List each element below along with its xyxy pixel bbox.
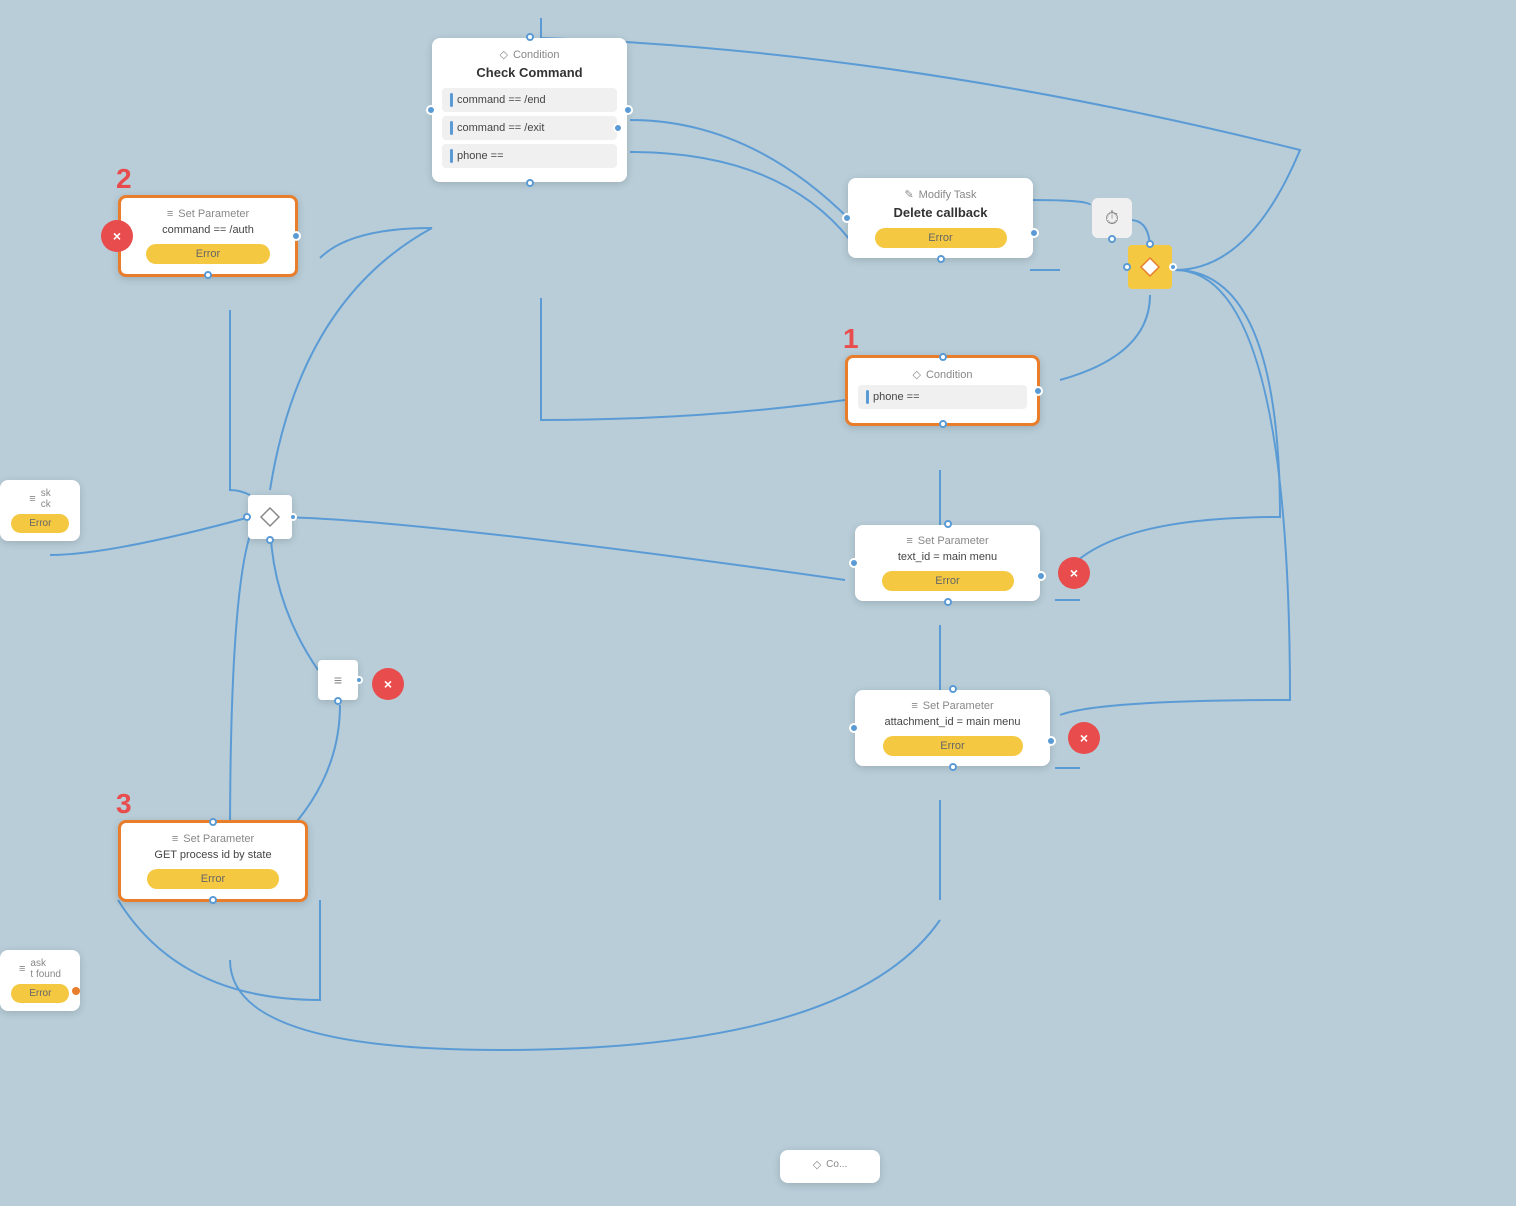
attach-param: attachment_id = main menu <box>865 716 1040 728</box>
attach-left-conn <box>849 723 859 733</box>
check-command-title: Check Command <box>442 65 617 80</box>
small-set-icon: ≡ <box>334 672 342 688</box>
clock-icon: ⏱ <box>1105 208 1119 229</box>
od-right-dot <box>1169 263 1177 271</box>
attach-header: ≡ Set Parameter <box>865 700 1040 712</box>
condition-icon-check: ◇ <box>500 48 508 61</box>
partial-bottom-icon: ≡ <box>19 963 25 975</box>
main-bottom-conn <box>944 598 952 606</box>
partial-bottom-right: ◇ Co... <box>780 1150 880 1183</box>
od-left-dot <box>1123 263 1131 271</box>
check-command-left-connector <box>426 105 436 115</box>
partial-node-bottom-left: ≡ askt found Error <box>0 950 80 1011</box>
main-error-badge: Error <box>882 571 1014 591</box>
attach-icon: ≡ <box>911 700 917 712</box>
condition-icon-phone: ◇ <box>913 368 921 381</box>
main-header: ≡ Set Parameter <box>865 535 1030 547</box>
diamond-mid-icon <box>259 506 281 528</box>
phone-top-connector <box>939 353 947 361</box>
node-3-label: 3 <box>116 788 132 820</box>
main-icon: ≡ <box>906 535 912 547</box>
auth-icon: ≡ <box>167 208 173 220</box>
cond1-right-dot <box>623 105 633 115</box>
partial-error-badge: Error <box>11 514 69 533</box>
delete-title: Delete callback <box>858 205 1023 220</box>
delete-right-connector <box>1029 228 1039 238</box>
clock-bottom <box>1108 235 1116 243</box>
ss-right-dot <box>355 676 363 684</box>
main-left-conn <box>849 558 859 568</box>
diamond-mid-node <box>248 495 292 539</box>
orange-diamond-node <box>1128 245 1172 289</box>
orange-diamond-icon <box>1139 256 1161 278</box>
ss-bottom-dot <box>334 697 342 705</box>
phone-right-connector <box>1033 386 1043 396</box>
main-top-conn <box>944 520 952 528</box>
node-1-label: 1 <box>843 323 859 355</box>
get-bottom-conn <box>209 896 217 904</box>
delete-header: ✎ Modify Task <box>858 188 1023 201</box>
node-2-label: 2 <box>116 163 132 195</box>
set-param-get-node: 3 ≡ Set Parameter GET process id by stat… <box>118 820 308 902</box>
delete-callback-node: ✎ Modify Task Delete callback Error <box>848 178 1033 258</box>
attach-close-button[interactable]: × <box>1068 722 1100 754</box>
auth-bottom-connector <box>204 271 212 279</box>
check-command-cond1: command == /end <box>442 88 617 112</box>
modify-icon: ✎ <box>904 188 913 201</box>
auth-header: ≡ Set Parameter <box>131 208 285 220</box>
partial-dot <box>72 987 80 995</box>
check-command-cond3: phone == <box>442 144 617 168</box>
cond2-right-dot <box>613 123 623 133</box>
delete-left-connector <box>842 213 852 223</box>
dm-left-dot <box>243 513 251 521</box>
auth-param: command == /auth <box>131 224 285 236</box>
attach-top-conn <box>949 685 957 693</box>
small-set-mid-node: ≡ <box>318 660 358 700</box>
get-icon: ≡ <box>172 833 178 845</box>
check-command-bottom-connector <box>526 179 534 187</box>
get-error-badge: Error <box>147 869 278 889</box>
phone-bottom-connector <box>939 420 947 428</box>
attach-right-conn <box>1046 736 1056 746</box>
phone-condition-row: phone == <box>858 385 1027 409</box>
get-top-conn <box>209 818 217 826</box>
partial-br-icon: ◇ <box>813 1158 821 1171</box>
connections-layer <box>0 0 1516 1206</box>
delete-bottom-connector <box>937 255 945 263</box>
get-header: ≡ Set Parameter <box>131 833 295 845</box>
clock-node: ⏱ <box>1092 198 1132 238</box>
dm-bottom-dot <box>266 536 274 544</box>
check-command-cond2: command == /exit <box>442 116 617 140</box>
set-param-auth-node: 2 ≡ Set Parameter command == /auth Error… <box>118 195 298 277</box>
get-param: GET process id by state <box>131 849 295 861</box>
phone-condition-header: ◇ Condition <box>858 368 1027 381</box>
set-param-attach-node: ≡ Set Parameter attachment_id = main men… <box>855 690 1050 766</box>
partial-header-text: skck <box>41 488 51 510</box>
auth-close-button[interactable]: × <box>101 220 133 252</box>
attach-error-badge: Error <box>883 736 1023 756</box>
check-command-header: ◇ Condition <box>442 48 617 61</box>
check-command-node: ◇ Condition Check Command command == /en… <box>432 38 627 182</box>
od-top-dot <box>1146 240 1154 248</box>
partial-icon: ≡ <box>29 493 35 505</box>
main-param: text_id = main menu <box>865 551 1030 563</box>
partial-bottom-error: Error <box>11 984 69 1003</box>
delete-error-badge: Error <box>875 228 1007 248</box>
attach-bottom-conn <box>949 763 957 771</box>
condition-phone-node: 1 ◇ Condition phone == <box>845 355 1040 426</box>
main-close-button[interactable]: × <box>1058 557 1090 589</box>
auth-error-badge: Error <box>146 244 269 264</box>
partial-node-left: ≡ skck Error <box>0 480 80 541</box>
small-set-close-button[interactable]: × <box>372 668 404 700</box>
partial-bottom-text: askt found <box>30 958 61 980</box>
set-param-main-node: ≡ Set Parameter text_id = main menu Erro… <box>855 525 1040 601</box>
dm-right-dot <box>289 513 297 521</box>
main-right-conn <box>1036 571 1046 581</box>
check-command-top-connector <box>526 33 534 41</box>
auth-right-connector <box>291 231 301 241</box>
